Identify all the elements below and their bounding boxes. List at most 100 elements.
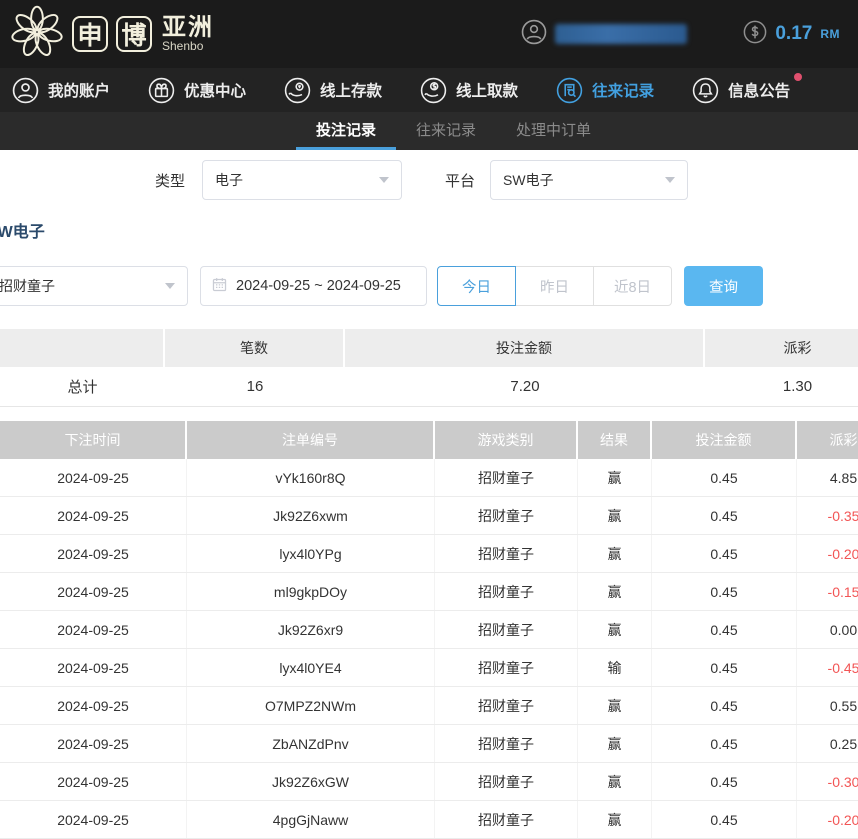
nav-label: 线上存款 [320, 79, 382, 101]
cell-bet-id: lyx4l0YE4 [187, 649, 435, 686]
logo-region-text: 亚洲 [162, 15, 214, 40]
cell-bet-id: Jk92Z6xr9 [187, 611, 435, 648]
cell-payout: -0.15 [797, 573, 858, 610]
cell-bet-id: lyx4l0YPg [187, 535, 435, 572]
content-area: 类型 电子 平台 SW电子 SW电子 招财童子 2024-09-25 ~ 202… [0, 160, 858, 839]
user-circle-icon [12, 77, 39, 104]
nav-item-my-account[interactable]: 我的账户 [12, 77, 110, 104]
tab-pending-orders[interactable]: 处理中订单 [496, 112, 611, 150]
table-row: 2024-09-25 lyx4l0YPg 招财童子 赢 0.45 -0.20 [0, 535, 858, 573]
summary-header-bet-amount: 投注金额 [345, 329, 705, 367]
nav-label: 信息公告 [728, 79, 790, 101]
cell-bet-time: 2024-09-25 [0, 725, 187, 762]
user-icon [521, 19, 547, 50]
platform-filter-label: 平台 [445, 170, 475, 191]
chevron-down-icon [379, 177, 389, 183]
date-range-input[interactable]: 2024-09-25 ~ 2024-09-25 [200, 266, 427, 306]
cell-bet-id: ml9gkpDOy [187, 573, 435, 610]
nav-label: 我的账户 [48, 79, 110, 101]
nav-item-promo-center[interactable]: 优惠中心 [148, 77, 246, 104]
cell-result: 输 [578, 649, 652, 686]
summary-total-label: 总计 [0, 367, 165, 406]
platform-select[interactable]: SW电子 [490, 160, 688, 200]
table-row: 2024-09-25 ZbANZdPnv 招财童子 赢 0.45 0.25 [0, 725, 858, 763]
cell-payout: 0.25 [797, 725, 858, 762]
logo-subtitle: Shenbo [162, 40, 214, 53]
cell-bet-time: 2024-09-25 [0, 497, 187, 534]
summary-header-count: 笔数 [165, 329, 345, 367]
balance-display[interactable]: 0.17 RM [743, 20, 840, 49]
tab-transaction-records[interactable]: 往来记录 [396, 112, 496, 150]
cell-result: 赢 [578, 535, 652, 572]
cell-result: 赢 [578, 687, 652, 724]
summary-total-bet-amount: 7.20 [345, 367, 705, 406]
cell-game-type: 招财童子 [435, 497, 578, 534]
cell-game-type: 招财童子 [435, 535, 578, 572]
notification-red-dot-badge [794, 73, 802, 81]
platform-select-value: SW电子 [503, 170, 554, 190]
bet-table-header-row: 下注时间 注单编号 游戏类别 结果 投注金额 派彩 [0, 421, 858, 459]
deposit-hand-coin-icon [284, 77, 311, 104]
cell-game-type: 招财童子 [435, 725, 578, 762]
logo-char-bo: 博 [116, 16, 152, 52]
summary-total-payout: 1.30 [705, 367, 858, 406]
user-account-menu[interactable] [521, 19, 687, 50]
dollar-coin-icon [743, 20, 767, 49]
col-header-payout: 派彩 [797, 421, 858, 459]
last-8-days-button[interactable]: 近8日 [593, 266, 672, 306]
username-redacted [555, 24, 687, 44]
cell-game-type: 招财童子 [435, 573, 578, 610]
gift-icon [148, 77, 175, 104]
cell-bet-amount: 0.45 [652, 725, 797, 762]
cell-bet-time: 2024-09-25 [0, 611, 187, 648]
site-logo[interactable]: 申 博 亚洲 Shenbo [10, 5, 214, 64]
query-controls-row: 招财童子 2024-09-25 ~ 2024-09-25 今日 昨日 近8日 查… [0, 266, 858, 306]
type-select[interactable]: 电子 [202, 160, 402, 200]
tab-bet-records[interactable]: 投注记录 [296, 112, 396, 150]
type-filter-label: 类型 [155, 170, 185, 191]
nav-label: 优惠中心 [184, 79, 246, 101]
bet-records-table: 下注时间 注单编号 游戏类别 结果 投注金额 派彩 2024-09-25 vYk… [0, 421, 858, 839]
quick-date-button-group: 今日 昨日 近8日 [437, 266, 672, 306]
cell-result: 赢 [578, 611, 652, 648]
table-row: 2024-09-25 Jk92Z6xr9 招财童子 赢 0.45 0.00 [0, 611, 858, 649]
table-row: 2024-09-25 ml9gkpDOy 招财童子 赢 0.45 -0.15 [0, 573, 858, 611]
today-button[interactable]: 今日 [437, 266, 516, 306]
cell-result: 赢 [578, 801, 652, 838]
cell-bet-amount: 0.45 [652, 535, 797, 572]
cell-result: 赢 [578, 497, 652, 534]
cell-bet-id: 4pgGjNaww [187, 801, 435, 838]
col-header-bet-id: 注单编号 [187, 421, 435, 459]
logo-char-shen: 申 [72, 16, 108, 52]
cell-result: 赢 [578, 459, 652, 496]
cell-bet-id: ZbANZdPnv [187, 725, 435, 762]
col-header-game-type: 游戏类别 [435, 421, 578, 459]
cell-bet-id: O7MPZ2NWm [187, 687, 435, 724]
cell-bet-amount: 0.45 [652, 573, 797, 610]
nav-item-online-withdraw[interactable]: 线上取款 [420, 77, 518, 104]
nav-item-announcements[interactable]: 信息公告 [692, 77, 790, 104]
cell-payout: 0.55 [797, 687, 858, 724]
table-row: 2024-09-25 lyx4l0YE4 招财童子 输 0.45 -0.45 [0, 649, 858, 687]
game-select[interactable]: 招财童子 [0, 266, 188, 306]
cell-bet-time: 2024-09-25 [0, 801, 187, 838]
summary-total-row: 总计 16 7.20 1.30 [0, 367, 858, 407]
cell-payout: -0.45 [797, 649, 858, 686]
yesterday-button[interactable]: 昨日 [515, 266, 594, 306]
calendar-icon [211, 276, 228, 297]
nav-item-transaction-records[interactable]: 往来记录 [556, 77, 654, 104]
cell-bet-id: vYk160r8Q [187, 459, 435, 496]
cell-payout: -0.20 [797, 535, 858, 572]
main-navigation: 我的账户 优惠中心 线上存款 [0, 68, 858, 112]
cell-bet-time: 2024-09-25 [0, 649, 187, 686]
cell-bet-id: Jk92Z6xwm [187, 497, 435, 534]
nav-item-online-deposit[interactable]: 线上存款 [284, 77, 382, 104]
cell-result: 赢 [578, 763, 652, 800]
cell-bet-amount: 0.45 [652, 763, 797, 800]
nav-label: 往来记录 [592, 79, 654, 101]
cell-bet-amount: 0.45 [652, 687, 797, 724]
cell-game-type: 招财童子 [435, 763, 578, 800]
search-button[interactable]: 查询 [684, 266, 763, 306]
cell-bet-amount: 0.45 [652, 801, 797, 838]
balance-currency: RM [820, 27, 840, 41]
